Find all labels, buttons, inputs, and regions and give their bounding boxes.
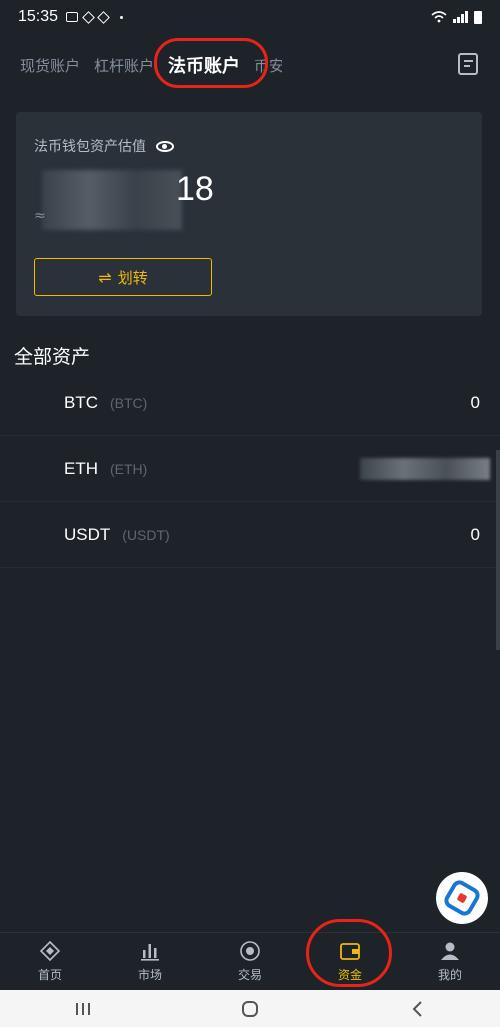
market-icon [141, 944, 159, 961]
back-icon [412, 1000, 422, 1017]
asset-code: (USDT) [122, 526, 170, 543]
tab-spot-account[interactable]: 现货账户 [20, 55, 80, 76]
status-bar: 15:35 [0, 0, 500, 34]
all-assets-title: 全部资产 [14, 346, 91, 368]
asset-symbol: ETH [64, 458, 98, 478]
signal-icon [453, 11, 468, 23]
scrollbar[interactable] [496, 450, 500, 650]
asset-amount-redacted [360, 457, 490, 480]
bottom-nav: 首页 市场 交易 资金 我的 [0, 919, 500, 990]
account-tabs: 现货账户 杠杆账户 法币账户 币安 [0, 38, 500, 90]
tab-margin-account[interactable]: 杠杆账户 [94, 55, 154, 76]
assistant-hex-icon [441, 877, 483, 919]
nav-label: 交易 [237, 968, 262, 982]
trade-icon [240, 941, 260, 961]
asset-symbol: BTC [64, 392, 98, 412]
asset-list: BTC (BTC) 0 ETH (ETH) USDT (USDT) 0 [0, 370, 500, 568]
recent-apps-button[interactable] [63, 997, 103, 1021]
tab-fiat-wrapper: 法币账户 [154, 38, 269, 88]
nav-profile[interactable]: 我的 [400, 933, 500, 990]
back-button[interactable] [397, 997, 437, 1021]
wifi-icon [431, 11, 447, 23]
balance-value: 18 [176, 170, 214, 208]
transfer-label: 划转 [117, 268, 148, 287]
nav-funds[interactable]: 资金 [300, 919, 400, 990]
recent-apps-icon [76, 1002, 91, 1015]
profile-icon [441, 942, 459, 960]
eye-icon[interactable] [156, 140, 174, 152]
asset-code: (ETH) [110, 460, 148, 477]
floating-assistant-button[interactable] [436, 872, 488, 924]
wallet-card: 法币钱包资产估值 18 ≈ ⇌ 划转 [16, 112, 482, 316]
app-notification-icon [97, 10, 110, 24]
asset-row-btc[interactable]: BTC (BTC) 0 [0, 370, 500, 436]
app-notification-icon [82, 10, 95, 24]
balance-redacted [42, 170, 182, 230]
asset-code: (BTC) [110, 394, 148, 411]
wallet-label-row: 法币钱包资产估值 [34, 136, 174, 156]
status-time: 15:35 [18, 8, 59, 25]
asset-row-usdt[interactable]: USDT (USDT) 0 [0, 502, 500, 568]
nav-market[interactable]: 市场 [100, 933, 200, 990]
home-icon [39, 940, 61, 962]
notification-icons [66, 10, 124, 24]
highlight-circle [154, 38, 269, 88]
wallet-valuation-label: 法币钱包资产估值 [34, 139, 146, 155]
records-icon[interactable] [458, 53, 478, 75]
gallery-icon [66, 12, 79, 22]
more-notifications-icon [120, 15, 124, 19]
transfer-icon: ⇌ [98, 267, 112, 287]
transfer-button[interactable]: ⇌ 划转 [34, 258, 212, 296]
nav-label: 市场 [137, 968, 162, 982]
nav-trade[interactable]: 交易 [200, 933, 300, 990]
approx-value: ≈ [34, 208, 46, 224]
battery-icon [474, 10, 482, 24]
nav-label: 我的 [437, 968, 462, 982]
system-nav-bar [0, 990, 500, 1027]
nav-label: 首页 [37, 968, 62, 982]
nav-home[interactable]: 首页 [0, 933, 100, 990]
home-button[interactable] [230, 997, 270, 1021]
home-circle-icon [241, 1000, 258, 1017]
asset-symbol: USDT [64, 524, 111, 544]
asset-amount: 0 [470, 524, 480, 544]
highlight-circle [306, 919, 392, 987]
asset-amount: 0 [470, 392, 480, 412]
asset-row-eth[interactable]: ETH (ETH) [0, 436, 500, 502]
